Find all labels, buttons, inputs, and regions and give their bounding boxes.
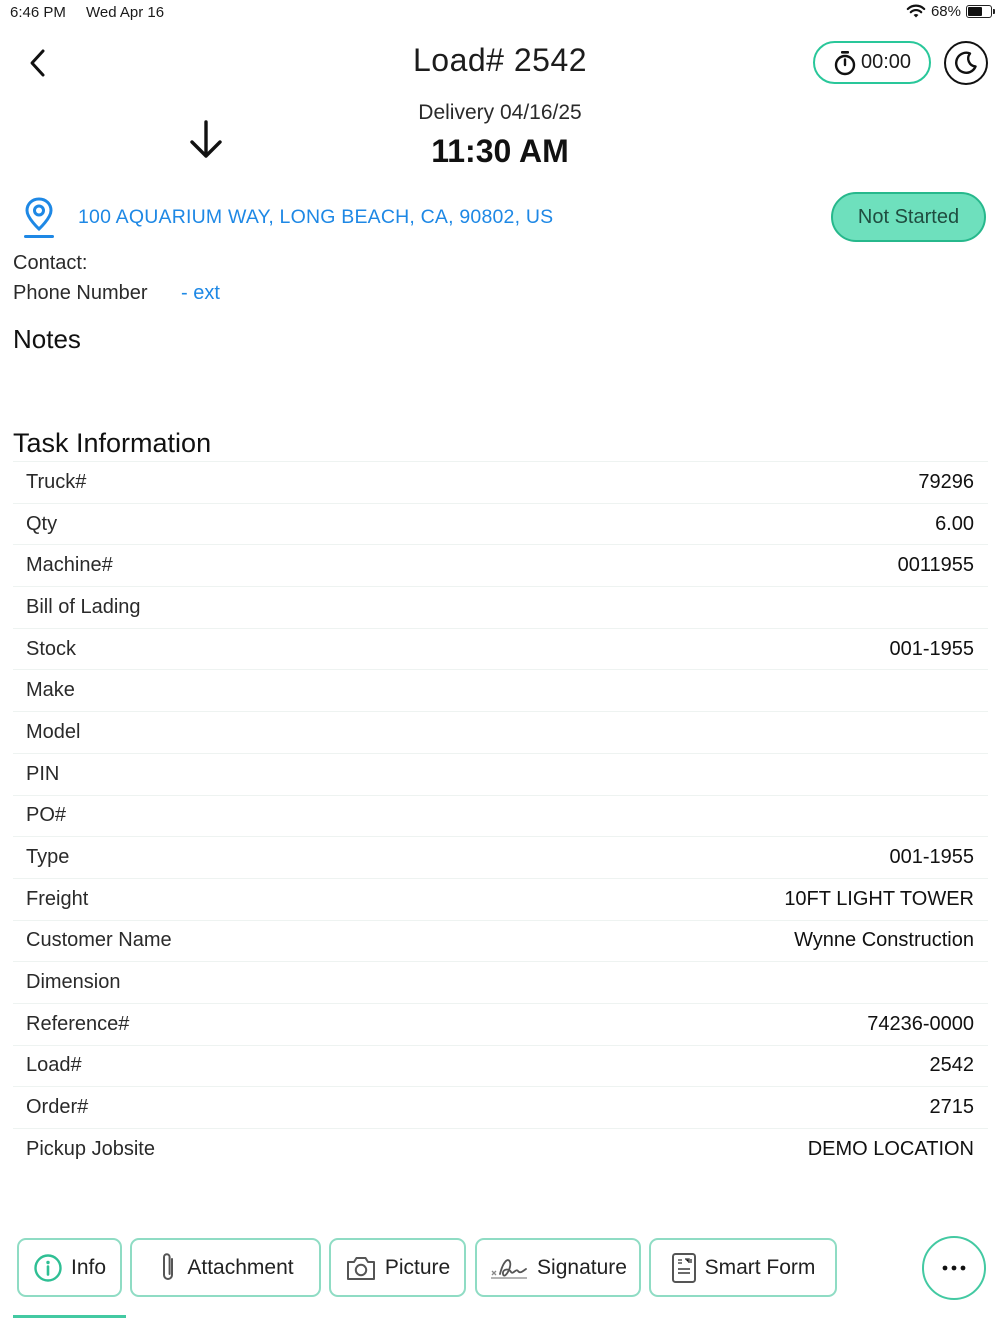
table-row: Truck# 79296	[13, 461, 988, 503]
field-label: Type	[26, 846, 70, 869]
delivery-time: 11:30 AM	[431, 133, 569, 169]
status-badge[interactable]: Not Started	[831, 192, 986, 242]
table-row: PIN	[13, 752, 988, 795]
tab-picture[interactable]: Picture	[329, 1238, 466, 1297]
battery-icon	[966, 5, 995, 18]
wifi-icon	[906, 4, 926, 18]
status-indicators: 68%	[906, 3, 995, 20]
moon-icon	[955, 51, 977, 74]
field-value: 6.00	[935, 512, 974, 535]
field-label: Freight	[26, 887, 89, 910]
field-value: 0011955	[897, 554, 974, 577]
table-row: Dimension	[13, 961, 988, 1003]
tab-signature-label: Signature	[537, 1255, 627, 1279]
signature-icon	[491, 1258, 528, 1279]
camera-icon	[346, 1256, 375, 1280]
battery-percent: 68%	[930, 3, 961, 20]
field-label: Model	[26, 720, 81, 743]
table-row: Model	[13, 711, 988, 753]
field-label: PO#	[26, 804, 67, 827]
field-value: 2542	[929, 1054, 975, 1077]
tab-smart-form[interactable]: Smart Form	[649, 1238, 837, 1297]
field-label: Bill of Lading	[26, 595, 141, 618]
field-value: 79296	[918, 470, 974, 493]
status-time: 6:46 PM	[10, 4, 66, 21]
field-label: Make	[26, 679, 75, 702]
field-value: 001-1955	[889, 846, 974, 869]
task-information-heading: Task Information	[13, 428, 212, 458]
field-value: DEMO LOCATION	[807, 1137, 974, 1160]
field-label: Dimension	[26, 971, 121, 994]
contact-label: Contact:	[13, 252, 88, 274]
field-label: Reference#	[26, 1012, 130, 1035]
location-pin-icon[interactable]	[22, 195, 56, 241]
field-label: Pickup Jobsite	[26, 1137, 155, 1160]
tab-attachment-label: Attachment	[187, 1255, 294, 1279]
tab-picture-label: Picture	[384, 1255, 451, 1279]
field-label: Customer Name	[26, 929, 172, 952]
active-tab-indicator	[13, 1315, 126, 1318]
table-row: Machine# 0011955	[13, 544, 988, 586]
table-row: Order# 2715	[13, 1086, 988, 1128]
field-label: Stock	[26, 637, 77, 660]
table-row: Bill of Lading	[13, 586, 988, 628]
tab-smart-form-label: Smart Form	[704, 1255, 816, 1279]
field-value: 10FT LIGHT TOWER	[784, 887, 974, 910]
table-row: Make	[13, 669, 988, 711]
table-row: Load# 2542	[13, 1044, 988, 1087]
info-icon	[34, 1253, 62, 1282]
table-row: Type 001-1955	[13, 836, 988, 878]
task-information-table: Truck# 79296 Qty 6.00 Machine# 0011955 Bill of…	[13, 461, 988, 1170]
address-link[interactable]: 100 AQUARIUM WAY, LONG BEACH, CA, 90802,…	[78, 206, 553, 229]
field-value: 2715	[929, 1096, 975, 1119]
timer-button[interactable]: 00:00	[813, 41, 931, 84]
field-label: PIN	[26, 762, 60, 785]
field-label: Load#	[26, 1054, 82, 1077]
table-row: PO#	[13, 794, 988, 837]
table-row: Qty 6.00	[13, 502, 988, 545]
field-label: Machine#	[26, 554, 113, 577]
more-options-button[interactable]	[922, 1236, 986, 1300]
field-label: Order#	[26, 1096, 89, 1119]
dark-mode-button[interactable]	[944, 41, 988, 85]
delivery-date: Delivery 04/16/25	[418, 101, 582, 124]
table-row: Pickup Jobsite DEMO LOCATION	[13, 1128, 988, 1170]
status-date: Wed Apr 16	[86, 4, 165, 21]
notes-heading: Notes	[13, 324, 81, 354]
timer-value: 00:00	[860, 51, 912, 73]
field-label: Qty	[26, 512, 58, 535]
paperclip-icon	[163, 1252, 174, 1280]
field-value: 001-1955	[889, 637, 974, 660]
form-icon	[671, 1252, 696, 1283]
field-value: 74236-0000	[867, 1012, 974, 1035]
table-row: Stock 001-1955	[13, 627, 988, 670]
table-row: Reference# 74236-0000	[13, 1002, 988, 1045]
tab-info-label: Info	[70, 1255, 107, 1279]
field-label: Truck#	[26, 470, 87, 493]
phone-ext-link[interactable]: - ext	[181, 282, 220, 305]
tab-signature[interactable]: Signature	[475, 1238, 641, 1297]
field-value: Wynne Construction	[794, 929, 974, 952]
table-row: Customer Name Wynne Construction	[13, 919, 988, 962]
table-row: Freight 10FT LIGHT TOWER	[13, 877, 988, 920]
tab-info[interactable]: Info	[17, 1238, 122, 1297]
stopwatch-icon	[834, 50, 856, 75]
ellipsis-icon	[942, 1265, 966, 1271]
tab-attachment[interactable]: Attachment	[130, 1238, 321, 1297]
phone-number-label: Phone Number	[13, 282, 148, 304]
